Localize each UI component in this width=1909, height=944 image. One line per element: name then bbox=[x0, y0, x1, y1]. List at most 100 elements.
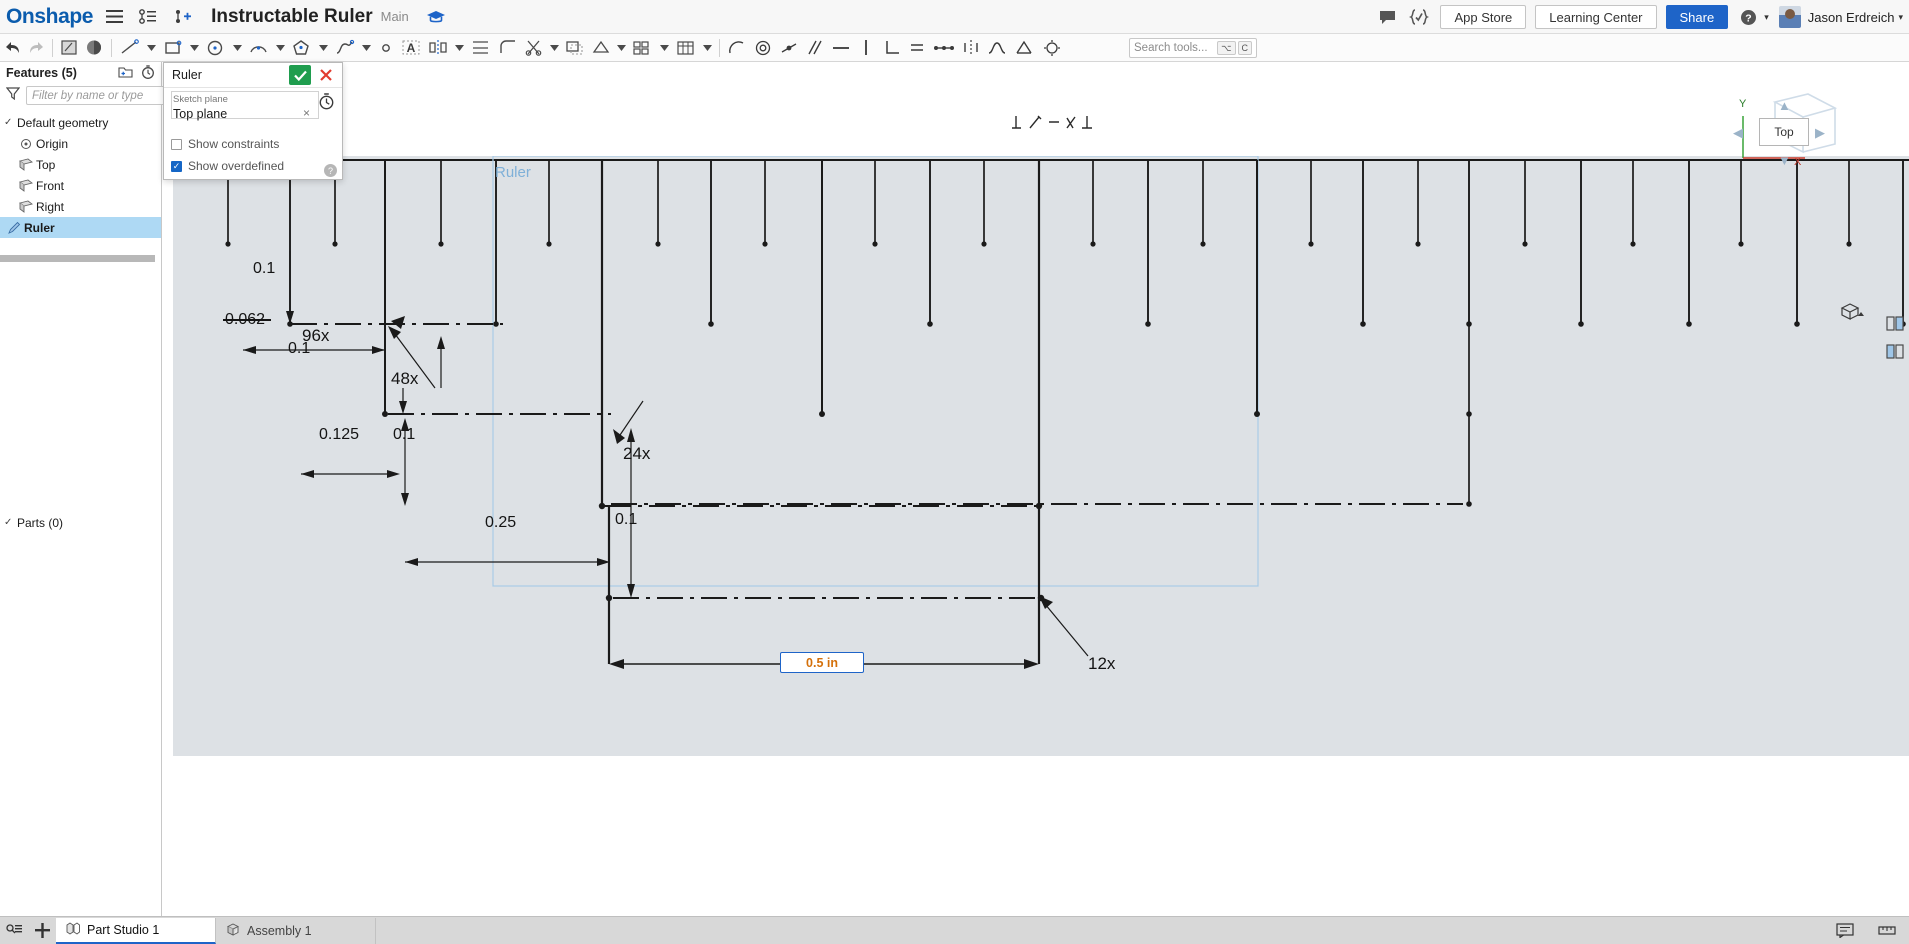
dimension-value-0p1-top[interactable]: 0.1 bbox=[253, 260, 275, 278]
clear-plane-icon[interactable]: × bbox=[303, 106, 310, 120]
parallel-constraint-icon[interactable] bbox=[802, 35, 828, 61]
sketch-accept-button[interactable] bbox=[289, 65, 311, 85]
circle-dropdown-caret[interactable] bbox=[230, 35, 245, 61]
trim-dropdown-caret[interactable] bbox=[547, 35, 562, 61]
horizontal-constraint-icon[interactable] bbox=[828, 35, 854, 61]
graduation-cap-icon[interactable] bbox=[425, 7, 447, 27]
polygon-tool-icon[interactable] bbox=[288, 35, 316, 61]
user-avatar[interactable] bbox=[1778, 6, 1801, 28]
view-cube-top-face[interactable]: Top bbox=[1759, 118, 1809, 146]
learning-center-button[interactable]: Learning Center bbox=[1535, 5, 1657, 29]
use-project-icon[interactable] bbox=[588, 35, 614, 61]
sketch-appearance-icon[interactable] bbox=[82, 35, 107, 61]
view-cube-arrow-up[interactable]: ▲ bbox=[1778, 98, 1791, 113]
arc-tool-icon[interactable] bbox=[245, 35, 273, 61]
line-tool-icon[interactable] bbox=[116, 35, 144, 61]
dimension-value-0p1-b[interactable]: 0.1 bbox=[288, 340, 310, 358]
pattern-count-12x[interactable]: 12x bbox=[1088, 654, 1115, 674]
tree-group-default-geometry[interactable]: ✓ Default geometry bbox=[0, 112, 161, 133]
chevron-down-icon[interactable]: ✓ bbox=[4, 517, 17, 528]
equal-constraint-icon[interactable] bbox=[904, 35, 930, 61]
concentric-constraint-icon[interactable] bbox=[750, 35, 776, 61]
history-icon[interactable] bbox=[318, 93, 336, 111]
measure-icon[interactable] bbox=[1873, 918, 1901, 944]
show-overdefined-checkbox[interactable] bbox=[171, 160, 182, 172]
redo-icon[interactable] bbox=[24, 35, 48, 61]
vertical-constraint-icon[interactable] bbox=[854, 35, 878, 61]
parts-section-header[interactable]: ✓ Parts (0) bbox=[0, 512, 162, 533]
view-cube-arrow-right[interactable]: ▶ bbox=[1815, 125, 1825, 141]
circle-tool-icon[interactable] bbox=[202, 35, 230, 61]
symmetric-constraint-icon[interactable] bbox=[958, 35, 984, 61]
table-dropdown-caret[interactable] bbox=[700, 35, 715, 61]
dimension-value-0p125[interactable]: 0.125 bbox=[319, 426, 359, 444]
graphics-canvas[interactable]: Ruler 0.1 0.062 96x 0.1 48x 0.125 0.1 24… bbox=[163, 62, 1909, 944]
rectangle-tool-icon[interactable] bbox=[159, 35, 187, 61]
dimension-value-0p1-c[interactable]: 0.1 bbox=[393, 426, 415, 444]
tab-list-icon[interactable] bbox=[0, 918, 28, 944]
sidebar-item-origin[interactable]: Origin bbox=[0, 133, 161, 154]
chevron-down-icon[interactable]: ✓ bbox=[4, 117, 17, 128]
sketch-drawing-area[interactable]: Ruler 0.1 0.062 96x 0.1 48x 0.125 0.1 24… bbox=[173, 156, 1909, 756]
grid-tool-icon[interactable] bbox=[629, 35, 657, 61]
polygon-dropdown-caret[interactable] bbox=[316, 35, 331, 61]
version-graph-icon[interactable] bbox=[135, 4, 161, 30]
sketch-dialog[interactable]: Ruler Sketch plane Top plane × Show cons… bbox=[163, 62, 343, 180]
show-overdefined-checkbox-row[interactable]: Show overdefined bbox=[171, 159, 284, 173]
mirror-tool-icon[interactable] bbox=[424, 35, 452, 61]
onshape-logo[interactable]: Onshape bbox=[6, 5, 93, 29]
hamburger-menu-icon[interactable] bbox=[101, 4, 127, 30]
panel-toggle-1-icon[interactable] bbox=[1884, 312, 1906, 334]
midpoint-constraint-icon[interactable] bbox=[930, 35, 958, 61]
linear-pattern-icon[interactable] bbox=[467, 35, 495, 61]
curvature-constraint-icon[interactable] bbox=[984, 35, 1010, 61]
view-cube-arrow-down[interactable]: ▼ bbox=[1778, 153, 1791, 168]
trim-tool-icon[interactable] bbox=[521, 35, 547, 61]
comment-icon[interactable] bbox=[1375, 5, 1399, 29]
dimension-value-0p25[interactable]: 0.25 bbox=[485, 514, 516, 532]
user-dropdown-caret[interactable]: ▾ bbox=[1898, 12, 1903, 23]
fillet-tool-icon[interactable] bbox=[495, 35, 521, 61]
comment-panel-icon[interactable] bbox=[1831, 918, 1859, 944]
spline-tool-icon[interactable] bbox=[331, 35, 359, 61]
coincident-constraint-icon[interactable] bbox=[776, 35, 802, 61]
view-cube[interactable]: Y X Top ◀ ▶ ▲ ▼ bbox=[1731, 68, 1861, 188]
tab-part-studio-1[interactable]: Part Studio 1 bbox=[56, 917, 216, 944]
fix-constraint-icon[interactable] bbox=[1010, 35, 1038, 61]
pattern-count-48x[interactable]: 48x bbox=[391, 369, 418, 389]
user-name-label[interactable]: Jason Erdreich bbox=[1808, 10, 1895, 25]
perpendicular-constraint-icon[interactable] bbox=[878, 35, 904, 61]
help-icon[interactable]: ? bbox=[1736, 5, 1760, 29]
new-folder-icon[interactable] bbox=[118, 65, 133, 82]
sketch-table-icon[interactable] bbox=[672, 35, 700, 61]
text-tool-icon[interactable]: A bbox=[398, 35, 424, 61]
document-title[interactable]: Instructable Ruler bbox=[211, 6, 373, 28]
view-cube-arrow-left[interactable]: ◀ bbox=[1733, 125, 1743, 141]
share-button[interactable]: Share bbox=[1665, 5, 1729, 29]
add-version-icon[interactable] bbox=[169, 4, 195, 30]
filter-funnel-icon[interactable] bbox=[5, 86, 21, 105]
help-icon[interactable]: ? bbox=[324, 164, 337, 177]
add-tab-button[interactable] bbox=[28, 918, 56, 944]
help-dropdown-caret[interactable]: ▾ bbox=[1764, 12, 1769, 23]
line-dropdown-caret[interactable] bbox=[144, 35, 159, 61]
arc-dropdown-caret[interactable] bbox=[273, 35, 288, 61]
sidebar-item-right-plane[interactable]: Right bbox=[0, 196, 161, 217]
display-style-button[interactable] bbox=[1839, 302, 1867, 322]
rectangle-dropdown-caret[interactable] bbox=[187, 35, 202, 61]
featurescript-icon[interactable] bbox=[1407, 5, 1431, 29]
sidebar-item-ruler-sketch[interactable]: Ruler bbox=[0, 217, 161, 238]
tangent-constraint-icon[interactable] bbox=[724, 35, 750, 61]
search-tools-input[interactable]: Search tools... ⌥ C bbox=[1129, 38, 1257, 58]
grid-dropdown-caret[interactable] bbox=[657, 35, 672, 61]
app-store-button[interactable]: App Store bbox=[1440, 5, 1527, 29]
spline-dropdown-caret[interactable] bbox=[359, 35, 374, 61]
new-sketch-icon[interactable] bbox=[57, 35, 82, 61]
rollback-timer-icon[interactable] bbox=[141, 64, 155, 82]
project-dropdown-caret[interactable] bbox=[614, 35, 629, 61]
tab-assembly-1[interactable]: Assembly 1 bbox=[216, 917, 376, 944]
sidebar-item-top-plane[interactable]: Top bbox=[0, 154, 161, 175]
show-constraints-checkbox[interactable] bbox=[171, 138, 182, 150]
show-constraints-icon[interactable] bbox=[1038, 35, 1066, 61]
mirror-dropdown-caret[interactable] bbox=[452, 35, 467, 61]
